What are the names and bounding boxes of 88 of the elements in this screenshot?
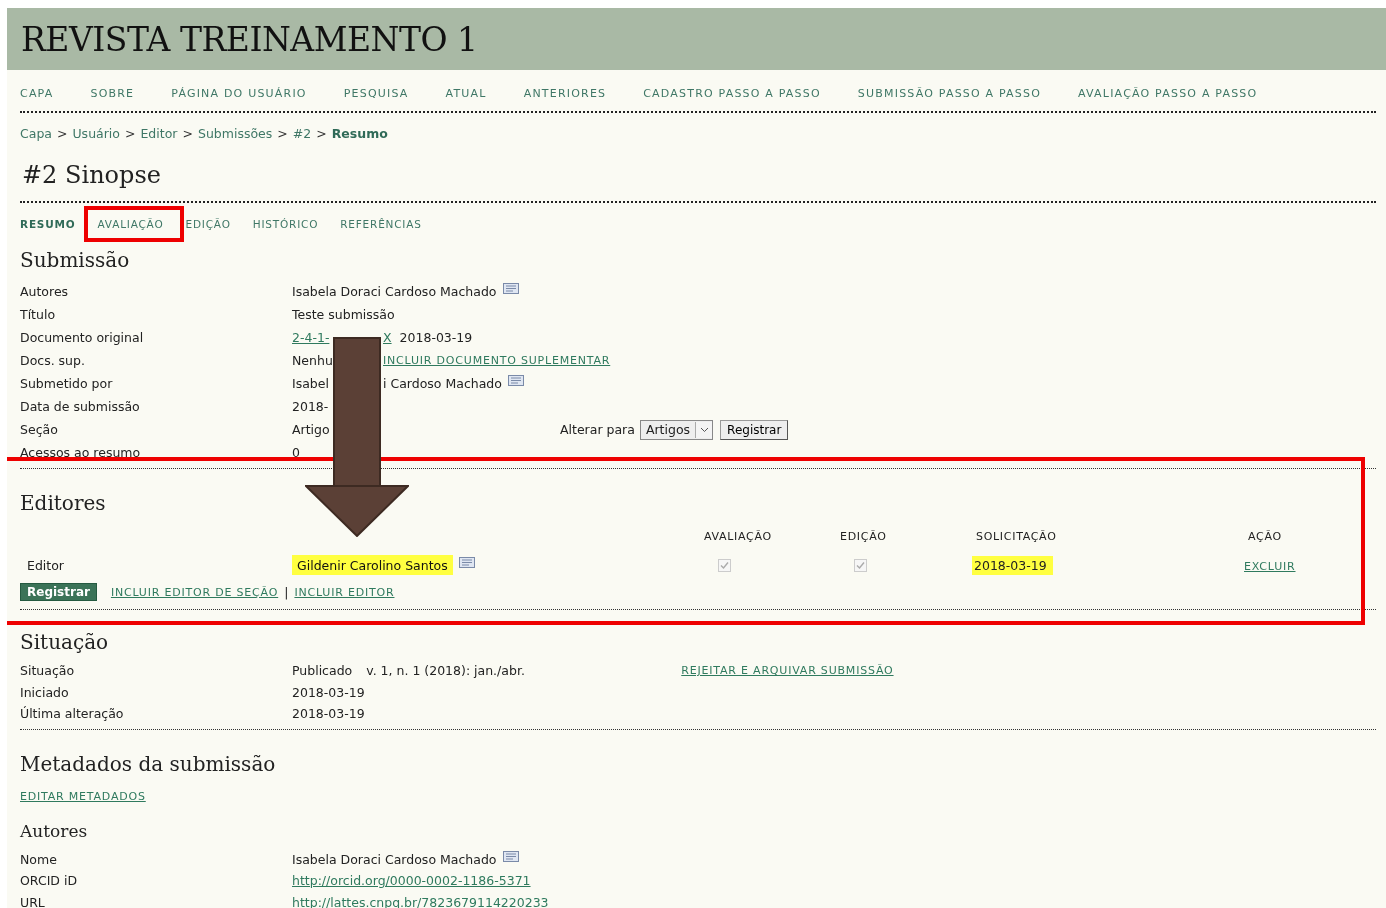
section-heading: Submissão <box>20 248 131 272</box>
breadcrumb-link[interactable]: Usuário <box>72 126 120 141</box>
nav-link[interactable]: AVALIAÇÃO PASSO A PASSO <box>1078 87 1258 107</box>
field-label: Acessos ao resumo <box>20 445 142 460</box>
include-link[interactable]: INCLUIR DOCUMENTO SUPLEMENTAR <box>383 354 611 367</box>
nav-link[interactable]: CADASTRO PASSO A PASSO <box>643 87 821 107</box>
file-link[interactable]: X <box>383 330 392 345</box>
field-label: Data de submissão <box>20 399 141 414</box>
field-label: Seção <box>20 422 59 437</box>
tab[interactable]: HISTÓRICO <box>252 217 319 230</box>
column-header: AVALIAÇÃO <box>703 530 773 543</box>
issue-text: v. 1, n. 1 (2018): jan./abr. <box>366 663 526 679</box>
envelope-icon[interactable] <box>507 375 524 386</box>
nav-link[interactable]: PESQUISA <box>343 87 409 107</box>
nav-link[interactable]: CAPA <box>20 87 54 107</box>
field-value: 2018-03-19 <box>292 684 365 700</box>
breadcrumb-link[interactable]: #2 <box>292 126 312 141</box>
breadcrumb-separator: > <box>125 126 136 141</box>
field-label: Docs. sup. <box>20 353 86 368</box>
column-header: AÇÃO <box>1247 530 1283 543</box>
section-select[interactable]: Artigos <box>639 419 714 440</box>
field-value: Publicado <box>292 663 353 679</box>
breadcrumb-separator: > <box>182 126 193 141</box>
subsection-heading: Autores <box>20 820 89 841</box>
nav-link[interactable]: ATUAL <box>445 87 487 107</box>
breadcrumb-link[interactable]: Resumo <box>331 126 388 141</box>
register-button[interactable]: Registrar <box>20 583 97 601</box>
column-header: EDIÇÃO <box>839 530 888 543</box>
field-label: ORCID iD <box>20 873 78 889</box>
envelope-icon[interactable] <box>458 556 475 568</box>
reject-link[interactable]: REJEITAR E ARQUIVAR SUBMISSÃO <box>681 664 894 678</box>
field-value: Nenhu <box>292 353 333 368</box>
tab[interactable]: RESUMO <box>20 217 76 230</box>
nav-link[interactable]: ANTERIORES <box>523 87 607 107</box>
breadcrumb-link[interactable]: Editor <box>140 126 178 141</box>
section-heading: Metadados da submissão <box>20 751 277 776</box>
field-label: Última alteração <box>20 706 125 722</box>
field-value: Isabel <box>292 376 329 391</box>
section-heading: Editores <box>20 491 107 515</box>
include-editor-link[interactable]: INCLUIR EDITOR DE SEÇÃO <box>110 585 279 599</box>
file-link[interactable]: 2-4-1- <box>292 330 330 345</box>
field-value: i Cardoso Machado <box>383 376 502 391</box>
field-label: URL <box>20 894 46 908</box>
request-date: 2018-03-19 <box>972 555 1053 575</box>
tab[interactable]: EDIÇÃO <box>185 217 231 230</box>
field-value: 2018- <box>292 399 329 414</box>
tab[interactable]: REFERÊNCIAS <box>340 217 422 230</box>
editor-name: Gildenir Carolino Santos <box>292 555 453 575</box>
nav-link[interactable]: PÁGINA DO USUÁRIO <box>171 87 307 107</box>
nav-link[interactable]: SUBMISSÃO PASSO A PASSO <box>857 87 1042 107</box>
delete-link[interactable]: EXCLUIR <box>1244 559 1296 573</box>
breadcrumb-separator: > <box>57 126 68 141</box>
field-label: Situação <box>20 663 76 679</box>
field-label: Iniciado <box>20 684 70 700</box>
field-value: 2018-03-19 <box>292 706 365 722</box>
section-heading: Situação <box>20 630 110 654</box>
change-label: Alterar para <box>560 422 635 437</box>
envelope-icon[interactable] <box>502 850 519 862</box>
envelope-icon[interactable] <box>502 283 519 294</box>
review-checkbox[interactable] <box>718 558 731 572</box>
field-label: Nome <box>20 851 58 867</box>
register-button[interactable]: Registrar <box>720 419 789 440</box>
field-label: Autores <box>20 284 70 299</box>
link-separator: | <box>284 584 289 600</box>
breadcrumb-link[interactable]: Capa <box>20 126 52 141</box>
field-label: Documento original <box>20 330 145 345</box>
field-value: Isabela Doraci Cardoso Machado <box>292 284 497 299</box>
field-value: 2018-03-19 <box>399 330 473 345</box>
nav-link[interactable]: SOBRE <box>90 87 135 107</box>
field-label: Submetido por <box>20 376 114 391</box>
breadcrumb-link[interactable]: Submissões <box>197 126 273 141</box>
edit-metadata-link[interactable]: EDITAR METADADOS <box>20 789 1376 803</box>
field-label: Título <box>20 307 57 322</box>
breadcrumb-separator: > <box>316 126 327 141</box>
editor-role: Editor <box>26 557 65 573</box>
field-value: Isabela Doraci Cardoso Machado <box>292 851 497 867</box>
editing-checkbox[interactable] <box>854 558 867 572</box>
field-value: Teste submissão <box>292 307 395 322</box>
page-title: #2 Sinopse <box>22 161 162 189</box>
dropdown-icon <box>695 421 713 438</box>
column-header: SOLICITAÇÃO <box>975 530 1058 543</box>
field-value: Artigo <box>292 422 331 437</box>
url-link[interactable]: http://orcid.org/0000-0002-1186-5371 <box>292 873 531 889</box>
tab[interactable]: AVALIAÇÃO <box>97 217 164 230</box>
site-title: REVISTA TREINAMENTO 1 <box>21 19 478 59</box>
field-value: 0 <box>292 445 300 460</box>
include-editor-link[interactable]: INCLUIR EDITOR <box>294 585 395 599</box>
breadcrumb-separator: > <box>277 126 288 141</box>
